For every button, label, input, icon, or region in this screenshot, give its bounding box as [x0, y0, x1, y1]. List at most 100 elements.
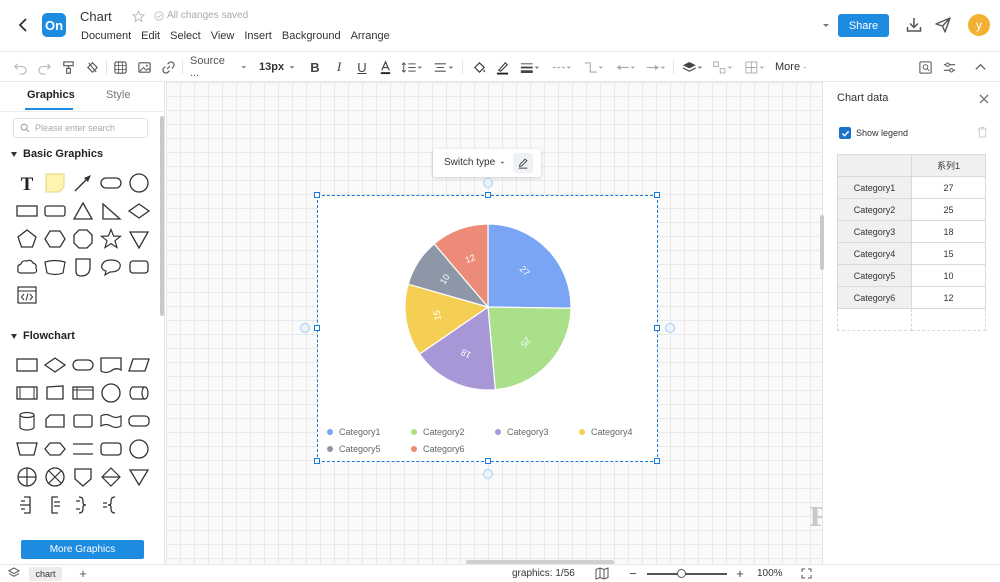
- tab-style[interactable]: Style: [106, 89, 130, 101]
- position-icon[interactable]: [711, 59, 735, 75]
- shape-code-block[interactable]: [15, 283, 39, 307]
- table-cell[interactable]: [837, 154, 912, 177]
- line-style-icon[interactable]: [550, 59, 574, 75]
- chevron-down-icon[interactable]: [821, 20, 831, 30]
- category-cell[interactable]: Category3: [837, 220, 912, 243]
- line-spacing-icon[interactable]: [400, 59, 424, 75]
- resize-handle-e[interactable]: [654, 325, 660, 331]
- shape-data[interactable]: [127, 353, 151, 377]
- resize-handle-n[interactable]: [485, 192, 491, 198]
- shape-manual-operation[interactable]: [15, 437, 39, 461]
- category-cell[interactable]: Category4: [837, 242, 912, 265]
- shape-decision[interactable]: [43, 353, 67, 377]
- value-cell[interactable]: 15: [911, 242, 986, 265]
- anchor-handle-top[interactable]: [483, 178, 493, 188]
- value-cell[interactable]: 10: [911, 264, 986, 287]
- zoom-in-button[interactable]: +: [735, 566, 745, 581]
- shape-or-circle[interactable]: [43, 465, 67, 489]
- shape-connector[interactable]: [99, 381, 123, 405]
- shape-direct-access[interactable]: [127, 381, 151, 405]
- close-icon[interactable]: [978, 93, 990, 105]
- line-color-icon[interactable]: [494, 59, 510, 75]
- shape-triangle[interactable]: [71, 199, 95, 223]
- font-size-select[interactable]: 13px: [259, 59, 303, 75]
- shape-hexagon[interactable]: [43, 227, 67, 251]
- resize-handle-nw[interactable]: [314, 192, 320, 198]
- shape-folded-rect[interactable]: [127, 255, 151, 279]
- shape-rounded-rectangle[interactable]: [99, 171, 123, 195]
- shape-delay[interactable]: [99, 437, 123, 461]
- menu-insert[interactable]: Insert: [239, 30, 277, 42]
- star-icon[interactable]: [132, 10, 146, 24]
- shape-preparation[interactable]: [43, 437, 67, 461]
- shape-right-triangle[interactable]: [99, 199, 123, 223]
- avatar[interactable]: y: [968, 14, 990, 36]
- scrollbar[interactable]: [160, 116, 164, 316]
- canvas[interactable]: Switch type 27 25 18 15 10 12 Category1 Catego…: [166, 82, 822, 564]
- menu-view[interactable]: View: [206, 30, 240, 42]
- search-input[interactable]: Please enter search: [13, 118, 148, 138]
- resize-handle-ne[interactable]: [654, 192, 660, 198]
- redo-icon[interactable]: [36, 59, 52, 75]
- shape-separator[interactable]: [71, 437, 95, 461]
- shape-line[interactable]: [71, 171, 95, 195]
- shape-punched-tape[interactable]: [99, 409, 123, 433]
- connector-icon[interactable]: [582, 59, 606, 75]
- shape-cloud[interactable]: [15, 255, 39, 279]
- shape-rect-rounded-small[interactable]: [43, 199, 67, 223]
- group-icon[interactable]: [743, 59, 767, 75]
- value-cell[interactable]: 27: [911, 176, 986, 199]
- anchor-handle-bottom[interactable]: [483, 469, 493, 479]
- undo-icon[interactable]: [12, 59, 28, 75]
- end-arrow-icon[interactable]: [644, 59, 668, 75]
- clear-format-icon[interactable]: [84, 59, 100, 75]
- menu-document[interactable]: Document: [76, 30, 136, 42]
- category-cell[interactable]: Category2: [837, 198, 912, 221]
- shape-bracket-left[interactable]: [43, 493, 67, 517]
- italic-icon[interactable]: I: [331, 59, 347, 75]
- shape-database[interactable]: [15, 409, 39, 433]
- tab-graphics[interactable]: Graphics: [27, 89, 75, 101]
- menu-arrange[interactable]: Arrange: [346, 30, 395, 42]
- send-icon[interactable]: [934, 16, 952, 34]
- bold-icon[interactable]: B: [307, 59, 323, 75]
- category-cell[interactable]: Category1: [837, 176, 912, 199]
- series-header-cell[interactable]: 系列1: [911, 154, 986, 177]
- empty-cell[interactable]: [911, 308, 986, 331]
- add-page-button[interactable]: +: [77, 566, 89, 581]
- page-tab[interactable]: chart: [29, 567, 62, 581]
- trash-icon[interactable]: [977, 126, 989, 139]
- shape-inverted-triangle[interactable]: [127, 227, 151, 251]
- anchor-handle-left[interactable]: [300, 323, 310, 333]
- shape-brace-right[interactable]: [71, 493, 95, 517]
- show-legend-checkbox[interactable]: [839, 127, 851, 139]
- empty-cell[interactable]: [837, 308, 912, 331]
- underline-icon[interactable]: U: [354, 59, 370, 75]
- shape-octagon[interactable]: [71, 227, 95, 251]
- shape-sort[interactable]: [99, 465, 123, 489]
- anchor-handle-right[interactable]: [665, 323, 675, 333]
- document-title[interactable]: Chart: [80, 9, 112, 24]
- shape-summing-junction[interactable]: [15, 465, 39, 489]
- category-cell[interactable]: Category6: [837, 286, 912, 309]
- collapse-icon[interactable]: [972, 59, 988, 75]
- layer-icon[interactable]: [681, 59, 705, 75]
- shape-internal-storage[interactable]: [71, 381, 95, 405]
- resize-handle-w[interactable]: [314, 325, 320, 331]
- switch-type-button[interactable]: Switch type: [444, 157, 506, 168]
- shape-circle[interactable]: [127, 171, 151, 195]
- format-painter-icon[interactable]: [60, 59, 76, 75]
- layers-icon[interactable]: [8, 567, 20, 579]
- shape-process[interactable]: [15, 353, 39, 377]
- value-cell[interactable]: 18: [911, 220, 986, 243]
- zoom-out-button[interactable]: −: [628, 566, 638, 581]
- section-flowchart[interactable]: Flowchart: [11, 330, 75, 342]
- map-icon[interactable]: [595, 567, 609, 580]
- shape-card[interactable]: [43, 409, 67, 433]
- more-button[interactable]: More: [775, 59, 807, 75]
- fill-color-icon[interactable]: [470, 59, 488, 75]
- zoom-level[interactable]: 100%: [757, 568, 783, 579]
- back-icon[interactable]: [14, 14, 32, 36]
- menu-background[interactable]: Background: [277, 30, 346, 42]
- font-color-icon[interactable]: [377, 59, 393, 75]
